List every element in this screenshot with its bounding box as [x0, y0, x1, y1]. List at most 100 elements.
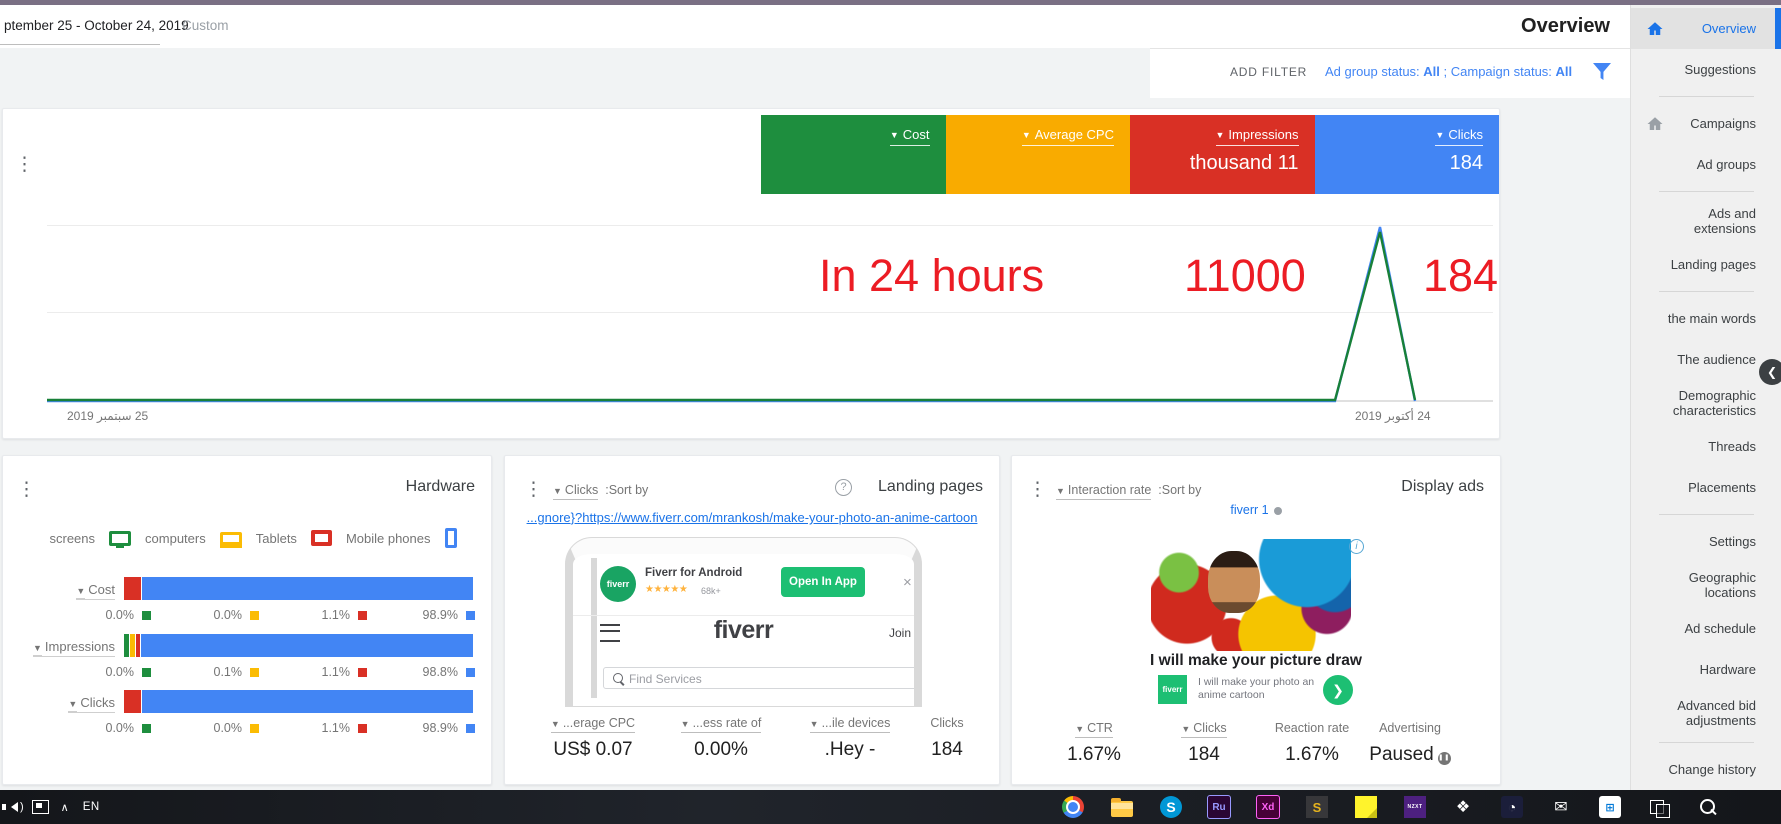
hardware-card-menu-icon[interactable]: ⋮	[17, 480, 36, 499]
sidebar-item-landing-pages[interactable]: Landing pages	[1631, 244, 1781, 285]
gauge-icon[interactable]: ◔	[1499, 794, 1525, 820]
mail-icon[interactable]: ✉	[1548, 794, 1574, 820]
color-swatch-icon	[358, 724, 367, 733]
chart-card-menu-icon[interactable]: ⋮	[15, 155, 34, 174]
join-link[interactable]: Join	[889, 626, 911, 640]
bar-segment	[124, 634, 129, 657]
metric--erage-cpc[interactable]: ▼...erage CPC US$ 0.07	[528, 716, 658, 761]
sidebar-item-threads[interactable]: Threads	[1631, 426, 1781, 467]
paused-icon: ❚❚	[1438, 752, 1451, 765]
metric-tab-average-cpc[interactable]: ▼Average CPC	[946, 115, 1131, 194]
sublime-icon[interactable]: S	[1304, 794, 1330, 820]
google-ads-overview-screen: ptember 25 - October 24, 2019 Custom Ove…	[0, 0, 1781, 824]
open-in-app-button[interactable]: Open In App	[781, 567, 865, 597]
sidebar-item-hardware[interactable]: Hardware	[1631, 649, 1781, 690]
campaign-status-filter[interactable]: Ad group status: All ; Campaign status: …	[1325, 64, 1572, 79]
volume-icon[interactable]	[6, 802, 18, 812]
metric-tab-clicks[interactable]: ▼Clicks 184	[1315, 115, 1500, 194]
color-swatch-icon	[466, 724, 475, 733]
fiverr-wordmark: fiverr	[573, 616, 914, 645]
search-icon[interactable]	[1694, 794, 1720, 820]
metric-value: US$ 0.07	[528, 739, 658, 761]
bar-segment	[130, 634, 135, 657]
sidebar-item-geographic[interactable]: Geographic locations	[1631, 562, 1781, 608]
color-swatch-icon	[250, 668, 259, 677]
hardware-row-sort-impressions[interactable]: ▼Impressions	[3, 639, 115, 654]
info-icon[interactable]: i	[1349, 539, 1364, 554]
chrome-icon[interactable]	[1060, 794, 1086, 820]
nzxt-cam-icon[interactable]: NZXT	[1402, 794, 1428, 820]
landing-sort-control[interactable]: ▼Clicks :Sort by	[553, 483, 648, 497]
chevron-up-icon[interactable]: ∧	[61, 801, 69, 814]
display-sort-control[interactable]: ▼Interaction rate :Sort by	[1056, 483, 1201, 497]
fiverr-logo-circle: fiverr	[600, 566, 636, 602]
sidebar-item-ads-and[interactable]: Ads and extensions	[1631, 198, 1781, 244]
hardware-row-sort-clicks[interactable]: ▼Clicks	[3, 695, 115, 710]
premiere-rush-icon[interactable]: Ru	[1206, 794, 1232, 820]
sidebar-item-overview[interactable]: Overview	[1631, 8, 1781, 49]
task-frames-icon[interactable]	[1646, 794, 1672, 820]
sidebar-collapse-button[interactable]: ❮	[1759, 359, 1781, 385]
color-swatch-icon	[250, 611, 259, 620]
next-arrow-button[interactable]: ❯	[1323, 675, 1353, 705]
landing-card-menu-icon[interactable]: ⋮	[524, 480, 543, 499]
sidebar-item-placements[interactable]: Placements	[1631, 467, 1781, 508]
metric-tab-label[interactable]: ▼Cost	[890, 127, 930, 146]
metric-tab-label[interactable]: ▼Average CPC	[1022, 127, 1114, 146]
dropbox-icon[interactable]: ❖	[1450, 794, 1476, 820]
help-icon[interactable]: ?	[835, 479, 852, 496]
display-network-icon[interactable]	[32, 800, 49, 814]
metric--ess-rate-of[interactable]: ▼...ess rate of0.00%	[656, 716, 786, 761]
home-icon	[1646, 115, 1664, 133]
landing-page-url-link[interactable]: ...gnore}?https://www.fiverr.com/mrankos…	[525, 510, 979, 525]
sidebar-item-ad-groups[interactable]: Ad groups	[1631, 144, 1781, 185]
overview-chart-card: ⋮ ▼Cost ▼Average CPC ▼Impressions thousand …	[2, 108, 1500, 439]
add-filter-button[interactable]: ADD FILTER	[1230, 65, 1307, 79]
sticky-notes-icon[interactable]	[1353, 794, 1379, 820]
landing-card-title: Landing pages	[878, 478, 983, 496]
sidebar-item-ad-schedule[interactable]: Ad schedule	[1631, 608, 1781, 649]
stacked-bar-impressions	[124, 634, 474, 657]
percent-row-clicks: 0.0%0.0%1.1%98.9%	[43, 721, 475, 735]
filter-funnel-icon[interactable]	[1593, 63, 1611, 80]
sidebar-item-change-history[interactable]: Change history	[1631, 749, 1781, 790]
display-card-menu-icon[interactable]: ⋮	[1028, 480, 1047, 499]
metric-clicks: Clicks184	[882, 716, 1012, 761]
sidebar-item-suggestions[interactable]: Suggestions	[1631, 49, 1781, 90]
sidebar-item-demographic[interactable]: Demographic characteristics	[1631, 380, 1781, 426]
percent-cell: 1.1%	[259, 665, 367, 679]
metric-tab-cost[interactable]: ▼Cost	[761, 115, 946, 194]
hardware-row-sort-cost[interactable]: ▼Cost	[3, 582, 115, 597]
percent-cell: 0.0%	[151, 608, 259, 622]
file-explorer-icon[interactable]	[1109, 794, 1135, 820]
banner-close-icon[interactable]: ×	[903, 574, 912, 591]
metric-tab-impressions[interactable]: ▼Impressions thousand 11	[1130, 115, 1315, 194]
date-mode-label[interactable]: Custom	[182, 18, 229, 33]
windows-start-icon[interactable]	[1743, 794, 1769, 820]
metric-value: Paused❚❚	[1345, 744, 1475, 766]
rating-stars-icon: ★★★★★	[645, 584, 687, 595]
ms-store-icon[interactable]: ⊞	[1597, 794, 1623, 820]
page-title: Overview	[1440, 15, 1610, 38]
ad-name-link[interactable]: fiverr 1	[1012, 503, 1500, 517]
metric-label[interactable]: ▼...ess rate of	[656, 716, 786, 730]
sidebar-item-campaigns[interactable]: Campaigns	[1631, 103, 1781, 144]
find-services-search-input[interactable]: Find Services	[603, 667, 921, 689]
hardware-card: ⋮ Hardware screenscomputersTabletsMobile…	[2, 455, 492, 785]
date-range-selector[interactable]: ptember 25 - October 24, 2019	[4, 18, 189, 33]
skype-icon[interactable]: S	[1158, 794, 1184, 820]
sidebar-item-settings[interactable]: Settings	[1631, 521, 1781, 562]
sidebar-item-advanced-bid[interactable]: Advanced bid adjustments	[1631, 690, 1781, 736]
metric-tab-value: thousand 11	[1190, 152, 1299, 175]
language-indicator[interactable]: EN	[83, 801, 100, 813]
adobe-xd-icon[interactable]: Xd	[1255, 794, 1281, 820]
color-swatch-icon	[466, 668, 475, 677]
stacked-bar-clicks	[124, 690, 474, 713]
metric-tab-value: 184	[1450, 152, 1483, 175]
percent-cell: 98.9%	[367, 608, 475, 622]
ad-portrait-figure	[1208, 551, 1260, 613]
metric-label[interactable]: ▼...erage CPC	[528, 716, 658, 730]
sidebar-item-the-main-words[interactable]: the main words	[1631, 298, 1781, 339]
metric-tab-label[interactable]: ▼Impressions	[1216, 127, 1299, 146]
metric-tab-label[interactable]: ▼Clicks	[1435, 127, 1483, 146]
